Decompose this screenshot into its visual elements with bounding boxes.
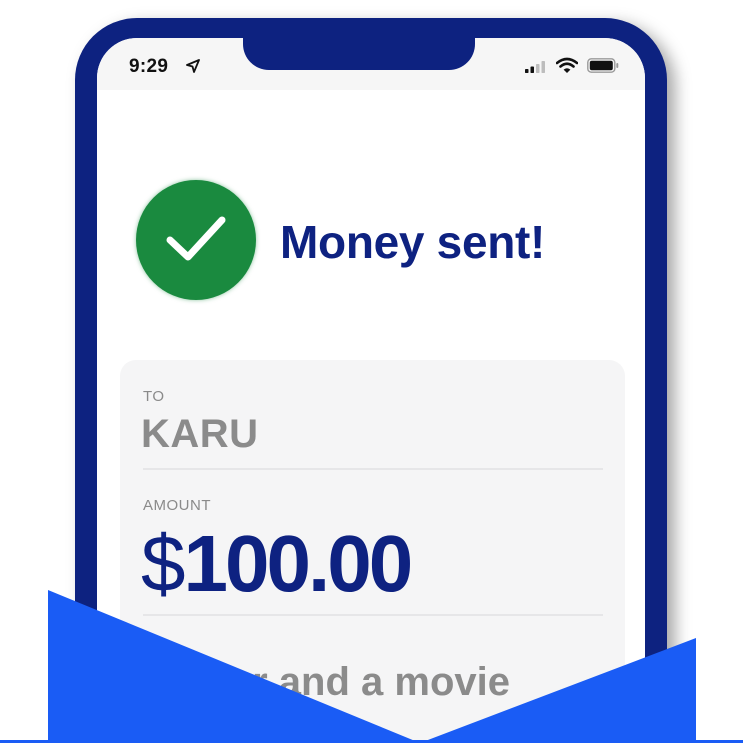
phone-notch	[243, 38, 475, 70]
cellular-signal-icon	[525, 61, 545, 73]
status-bar: 9:29	[97, 38, 645, 90]
wifi-icon	[556, 57, 578, 73]
battery-icon	[587, 58, 619, 73]
amount-number: 100.00	[183, 519, 414, 608]
amount-label: AMOUNT	[143, 497, 211, 514]
confirmation-title: Money sent!	[280, 216, 546, 268]
status-time: 9:29	[129, 56, 169, 77]
amount-value: $100.00	[141, 524, 413, 604]
transfer-note: Dinner and a movie	[141, 660, 510, 704]
checkmark-icon	[166, 216, 226, 261]
app-promo-stage: 9:29 Money sent! TO KARU AMOUNT $100.00 …	[0, 0, 743, 743]
amount-currency: $	[141, 519, 185, 608]
recipient-value: KARU	[141, 412, 259, 456]
recipient-label: TO	[143, 388, 165, 405]
divider	[143, 614, 603, 616]
location-arrow-icon	[186, 59, 200, 73]
success-badge	[136, 180, 256, 300]
divider	[143, 468, 603, 470]
